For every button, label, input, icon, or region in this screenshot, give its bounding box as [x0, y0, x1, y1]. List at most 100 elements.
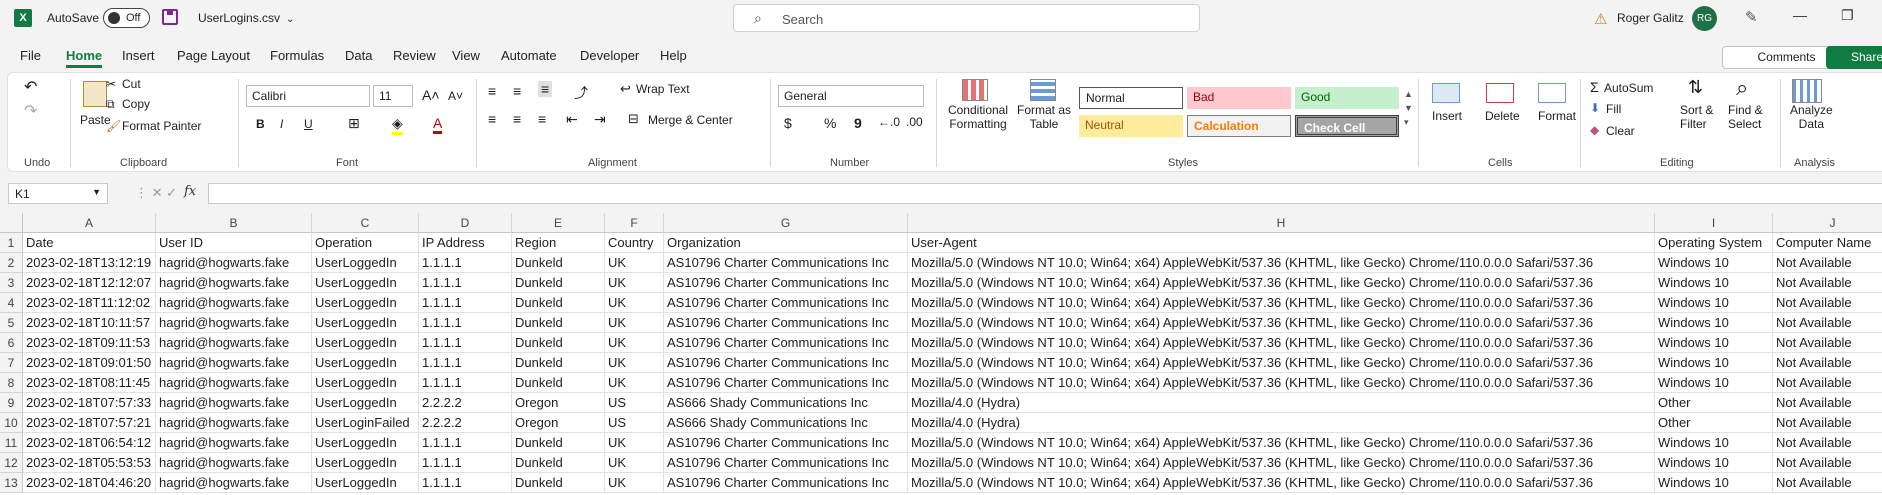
table-cell[interactable]: Windows 10	[1655, 273, 1773, 293]
table-cell[interactable]: 2023-02-18T07:57:33	[23, 393, 156, 413]
delete-cells-icon[interactable]	[1486, 83, 1514, 103]
row-header[interactable]: 3	[0, 273, 23, 293]
italic-button[interactable]: I	[280, 117, 283, 131]
table-cell[interactable]: Windows 10	[1655, 433, 1773, 453]
tab-data[interactable]: Data	[345, 48, 372, 63]
header-cell[interactable]: Operation	[312, 233, 419, 253]
table-cell[interactable]: AS10796 Charter Communications Inc	[664, 313, 908, 333]
tab-home[interactable]: Home	[66, 48, 103, 68]
table-cell[interactable]: hagrid@hogwarts.fake	[156, 453, 312, 473]
delete-cells-button[interactable]: Delete	[1485, 109, 1520, 123]
style-bad[interactable]: Bad	[1187, 87, 1291, 109]
shrink-font-icon[interactable]: A˅	[448, 89, 463, 103]
row-header[interactable]: 5	[0, 313, 23, 333]
table-cell[interactable]: Mozilla/4.0 (Hydra)	[908, 393, 1655, 413]
format-cells-button[interactable]: Format	[1538, 109, 1576, 123]
tab-formulas[interactable]: Formulas	[270, 48, 324, 63]
row-header[interactable]: 6	[0, 333, 23, 353]
table-cell[interactable]: Other	[1655, 413, 1773, 433]
tab-help[interactable]: Help	[660, 48, 687, 63]
table-cell[interactable]: US	[605, 393, 664, 413]
row-header[interactable]: 10	[0, 413, 23, 433]
tab-view[interactable]: View	[452, 48, 480, 63]
table-cell[interactable]: AS10796 Charter Communications Inc	[664, 333, 908, 353]
merge-center-label[interactable]: Merge & Center	[648, 113, 733, 127]
align-middle-icon[interactable]: ≡	[513, 83, 521, 99]
autosum-icon[interactable]: Σ	[1590, 79, 1599, 95]
table-cell[interactable]: UserLoggedIn	[312, 253, 419, 273]
column-header-g[interactable]: G	[664, 213, 908, 233]
tab-insert[interactable]: Insert	[122, 48, 155, 63]
fill-button[interactable]: Fill	[1606, 102, 1621, 116]
tab-file[interactable]: File	[20, 48, 41, 63]
font-name-select[interactable]: Calibri	[246, 85, 370, 107]
table-cell[interactable]: Windows 10	[1655, 333, 1773, 353]
align-top-icon[interactable]: ≡	[488, 83, 496, 99]
restore-icon[interactable]: ❐	[1841, 7, 1854, 24]
table-cell[interactable]: 1.1.1.1	[419, 433, 512, 453]
table-cell[interactable]: 2023-02-18T09:11:53	[23, 333, 156, 353]
table-cell[interactable]: Dunkeld	[512, 373, 605, 393]
table-cell[interactable]: Mozilla/5.0 (Windows NT 10.0; Win64; x64…	[908, 293, 1655, 313]
table-cell[interactable]: 1.1.1.1	[419, 273, 512, 293]
format-painter-label[interactable]: Format Painter	[122, 119, 201, 133]
table-cell[interactable]: Windows 10	[1655, 353, 1773, 373]
warning-icon[interactable]: ⚠	[1594, 10, 1607, 28]
table-cell[interactable]: UserLoggedIn	[312, 273, 419, 293]
table-cell[interactable]: Not Available	[1773, 313, 1882, 333]
header-cell[interactable]: Operating System	[1655, 233, 1773, 253]
table-cell[interactable]: hagrid@hogwarts.fake	[156, 313, 312, 333]
format-as-table-button[interactable]: Format as Table	[1016, 103, 1072, 131]
merge-center-icon[interactable]: ⊟	[628, 111, 639, 127]
minimize-icon[interactable]: —	[1793, 7, 1807, 23]
table-cell[interactable]: hagrid@hogwarts.fake	[156, 433, 312, 453]
style-normal[interactable]: Normal	[1079, 87, 1183, 109]
search-box[interactable]: ⌕ Search	[733, 4, 1200, 32]
insert-cells-button[interactable]: Insert	[1432, 109, 1462, 123]
table-cell[interactable]: Mozilla/5.0 (Windows NT 10.0; Win64; x64…	[908, 273, 1655, 293]
table-cell[interactable]: UK	[605, 313, 664, 333]
cut-label[interactable]: Cut	[122, 77, 141, 91]
table-cell[interactable]: AS10796 Charter Communications Inc	[664, 373, 908, 393]
table-cell[interactable]: Mozilla/5.0 (Windows NT 10.0; Win64; x64…	[908, 373, 1655, 393]
table-cell[interactable]: Not Available	[1773, 433, 1882, 453]
table-cell[interactable]: Dunkeld	[512, 433, 605, 453]
column-header-c[interactable]: C	[312, 213, 419, 233]
table-cell[interactable]: AS10796 Charter Communications Inc	[664, 353, 908, 373]
table-cell[interactable]: hagrid@hogwarts.fake	[156, 273, 312, 293]
table-cell[interactable]: UserLoggedIn	[312, 313, 419, 333]
align-bottom-icon[interactable]: ≡	[538, 81, 553, 97]
table-cell[interactable]: 2023-02-18T07:57:21	[23, 413, 156, 433]
table-cell[interactable]: AS666 Shady Communications Inc	[664, 413, 908, 433]
table-cell[interactable]: 2023-02-18T04:46:20	[23, 473, 156, 493]
table-cell[interactable]: UK	[605, 453, 664, 473]
table-cell[interactable]: Windows 10	[1655, 313, 1773, 333]
table-cell[interactable]: AS10796 Charter Communications Inc	[664, 253, 908, 273]
bold-button[interactable]: B	[256, 117, 265, 131]
table-cell[interactable]: 2023-02-18T06:54:12	[23, 433, 156, 453]
conditional-formatting-button[interactable]: Conditional Formatting	[946, 103, 1010, 131]
style-check-cell[interactable]: Check Cell	[1295, 115, 1399, 137]
analyze-data-icon[interactable]	[1792, 79, 1822, 103]
table-cell[interactable]: AS10796 Charter Communications Inc	[664, 453, 908, 473]
table-cell[interactable]: hagrid@hogwarts.fake	[156, 413, 312, 433]
table-cell[interactable]: AS666 Shady Communications Inc	[664, 393, 908, 413]
row-header[interactable]: 12	[0, 453, 23, 473]
header-cell[interactable]: User-Agent	[908, 233, 1655, 253]
table-cell[interactable]: Dunkeld	[512, 333, 605, 353]
undo-icon[interactable]: ↶	[24, 77, 37, 97]
column-header-j[interactable]: J	[1773, 213, 1882, 233]
table-cell[interactable]: Mozilla/5.0 (Windows NT 10.0; Win64; x64…	[908, 313, 1655, 333]
row-header[interactable]: 1	[0, 233, 23, 253]
tab-developer[interactable]: Developer	[580, 48, 639, 63]
save-icon[interactable]	[162, 9, 178, 25]
table-cell[interactable]: UK	[605, 473, 664, 493]
table-cell[interactable]: Mozilla/5.0 (Windows NT 10.0; Win64; x64…	[908, 473, 1655, 493]
increase-indent-icon[interactable]: ⇥	[594, 111, 606, 128]
table-cell[interactable]: US	[605, 413, 664, 433]
table-cell[interactable]: Not Available	[1773, 273, 1882, 293]
formula-input[interactable]	[208, 183, 1882, 204]
row-header[interactable]: 8	[0, 373, 23, 393]
tab-review[interactable]: Review	[393, 48, 436, 63]
table-cell[interactable]: UK	[605, 333, 664, 353]
